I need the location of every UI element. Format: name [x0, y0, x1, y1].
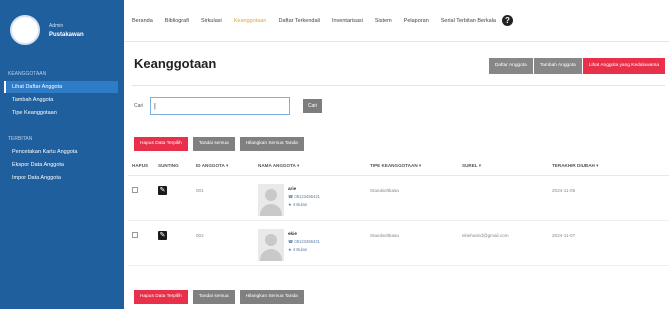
member-id: 002 [196, 233, 204, 238]
sidebar-item-tipe-keanggotaan[interactable]: Tipe Keanggotaan [4, 107, 118, 119]
member-id: 001 [196, 188, 204, 193]
sidebar-section-keanggotaan: KEANGGOTAAN [8, 71, 47, 77]
nav-link-sistem[interactable]: Sistem [375, 18, 392, 24]
sidebar: Admin Pustakawan KEANGGOTAAN Lihat Dafta… [0, 0, 124, 309]
member-name: ekie [288, 231, 297, 236]
profile-text: Admin Pustakawan [49, 23, 84, 38]
member-photo [258, 184, 284, 216]
nav-link-inventarisasi[interactable]: Inventarisasi [332, 18, 363, 24]
header-sunting: SUNTING [158, 163, 179, 168]
sidebar-item-impor-data[interactable]: Impor Data Anggota [4, 172, 118, 184]
member-info: ekie ☎ 08123456421 ★ 4 Bulan [258, 229, 370, 261]
search-label: Cari [134, 103, 144, 109]
member-type: Standar/Biasa [370, 233, 399, 238]
app-window: Admin Pustakawan KEANGGOTAAN Lihat Dafta… [0, 0, 669, 309]
member-updated: 2024-11-07 [552, 233, 576, 238]
nav-link-pelaporan[interactable]: Pelaporan [404, 18, 429, 24]
member-cell: ekie ☎ 08123456421 ★ 4 Bulan [258, 229, 370, 261]
table-header: HAPUS SUNTING ID ANGGOTA ▾ NAMA ANGGOTA … [128, 156, 669, 176]
edit-cell: ✎ [158, 229, 196, 240]
search-bar: Cari Cari [134, 97, 322, 115]
header-id-anggota[interactable]: ID ANGGOTA ▾ [196, 163, 258, 169]
uncheck-all-button[interactable]: Hilangkan Semua Tanda [239, 137, 304, 151]
edit-icon[interactable]: ✎ [158, 231, 167, 240]
delete-selected-button[interactable]: Hapus Data Terpilih [134, 290, 188, 304]
search-input[interactable] [150, 97, 290, 115]
delete-cell [128, 229, 158, 238]
member-extra: ★ 4 Bulan [288, 247, 308, 252]
page-tabs: Daftar Anggota Tambah Anggota Lihat Angg… [488, 58, 665, 74]
delete-cell [128, 184, 158, 193]
member-details: ekie ☎ 08123456421 ★ 4 Bulan [288, 229, 320, 252]
member-photo [258, 229, 284, 261]
member-cell: arie ☎ 08123456421 ★ 4 Bulan [258, 184, 370, 216]
bulk-actions-top: Hapus Data Terpilih Tandai semua Hilangk… [134, 137, 309, 151]
nav-link-bibliografi[interactable]: Bibliografi [165, 18, 189, 24]
edit-icon[interactable]: ✎ [158, 186, 167, 195]
sidebar-section-terbitan: TERBITAN [8, 136, 33, 142]
nav-link-daftar-terkendali[interactable]: Daftar Terkendali [278, 18, 319, 24]
avatar[interactable] [10, 15, 40, 45]
header-terakhir-diubah[interactable]: TERAKHIR DIUBAH ▾ [552, 163, 669, 169]
nav-link-beranda[interactable]: Beranda [132, 18, 153, 24]
nav-link-serial[interactable]: Serial Terbitan Berkala [441, 18, 496, 24]
member-updated: 2024-11-05 [552, 188, 576, 193]
tab-daftar-anggota[interactable]: Daftar Anggota [488, 58, 533, 74]
member-phone: ☎ 08123456421 [288, 194, 320, 199]
member-table: HAPUS SUNTING ID ANGGOTA ▾ NAMA ANGGOTA … [128, 156, 669, 266]
header-nama-anggota[interactable]: NAMA ANGGOTA ▾ [258, 163, 370, 169]
header-surel[interactable]: SUREL ▾ [462, 163, 552, 169]
top-navigation: Beranda Bibliografi Sirkulasi Keanggotaa… [124, 0, 669, 42]
edit-cell: ✎ [158, 184, 196, 195]
member-details: arie ☎ 08123456421 ★ 4 Bulan [288, 184, 320, 207]
search-button[interactable]: Cari [303, 99, 322, 113]
profile-role: Admin [49, 22, 64, 29]
table-row: ✎ 002 ekie ☎ 08123456421 ★ 4 Bulan Stand… [128, 221, 669, 266]
row-checkbox[interactable] [132, 187, 138, 193]
sidebar-item-cetak-kartu[interactable]: Pencetakan Kartu Anggota [4, 146, 118, 158]
check-all-button[interactable]: Tandai semua [192, 137, 235, 151]
tab-tambah-anggota[interactable]: Tambah Anggota [533, 58, 582, 74]
sidebar-item-tambah-anggota[interactable]: Tambah Anggota [4, 94, 118, 106]
main-content: Keanggotaan Daftar Anggota Tambah Anggot… [124, 42, 669, 309]
header-tipe-keanggotaan[interactable]: TIPE KEANGGOTAAN ▾ [370, 163, 462, 169]
member-phone: ☎ 08123456421 [288, 239, 320, 244]
member-type: Standar/Biasa [370, 188, 399, 193]
row-checkbox[interactable] [132, 232, 138, 238]
sidebar-item-ekspor-data[interactable]: Ekspor Data Anggota [4, 159, 118, 171]
profile-username: Pustakawan [49, 31, 84, 38]
member-info: arie ☎ 08123456421 ★ 4 Bulan [258, 184, 370, 216]
title-divider [132, 85, 665, 86]
check-all-button[interactable]: Tandai semua [192, 290, 235, 304]
page-title: Keanggotaan [134, 56, 217, 71]
nav-link-sirkulasi[interactable]: Sirkulasi [201, 18, 222, 24]
member-name: arie [288, 186, 297, 191]
user-profile: Admin Pustakawan [0, 0, 124, 60]
member-email: ekiehamid@gmail.com [462, 233, 509, 238]
tab-anggota-kedaluwarsa[interactable]: Lihat Anggota yang Kedaluwarsa [582, 58, 665, 74]
table-row: ✎ 001 arie ☎ 08123456421 ★ 4 Bulan Stand… [128, 176, 669, 221]
question-circle-icon[interactable]: ? [501, 15, 513, 26]
uncheck-all-button[interactable]: Hilangkan Semua Tanda [239, 290, 304, 304]
sidebar-item-lihat-daftar-anggota[interactable]: Lihat Daftar Anggota [4, 81, 118, 93]
delete-selected-button[interactable]: Hapus Data Terpilih [134, 137, 188, 151]
header-hapus: HAPUS [132, 163, 149, 168]
member-extra: ★ 4 Bulan [288, 202, 308, 207]
bulk-actions-bottom: Hapus Data Terpilih Tandai semua Hilangk… [134, 290, 309, 304]
nav-link-keanggotaan[interactable]: Keanggotaan [234, 18, 267, 24]
